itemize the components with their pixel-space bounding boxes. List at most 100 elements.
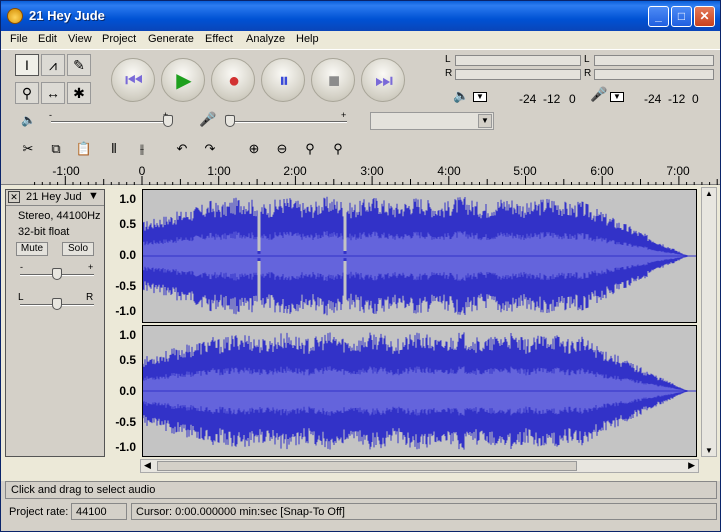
multi-tool-icon[interactable]: ✱	[67, 82, 91, 104]
undo-icon[interactable]: ↶	[169, 138, 195, 160]
pause-button[interactable]: ⏸	[261, 58, 305, 102]
pause-icon: ⏸	[279, 70, 289, 92]
input-volume-icon: 🎤	[199, 111, 217, 127]
status-area: Click and drag to select audio Project r…	[1, 481, 720, 531]
track-name[interactable]: 21 Hey Jud	[26, 191, 82, 203]
scroll-left-icon[interactable]: ◀	[144, 460, 151, 471]
record-meter-dropdown-icon[interactable]: ▼	[610, 92, 624, 102]
timeshift-tool-icon[interactable]: ↔	[41, 82, 65, 104]
scale-label: -1.0	[115, 440, 136, 454]
selection-tool-icon[interactable]: I	[15, 54, 39, 76]
timeline-ruler[interactable]: -1:00 0 1:00 2:00 3:00 4:00 5:00 6:00 7:…	[1, 161, 720, 185]
microphone-icon: 🎤	[590, 86, 608, 102]
right-channel-waveform[interactable]	[142, 325, 697, 457]
draw-tool-icon[interactable]: ✎	[67, 54, 91, 76]
cut-icon[interactable]: ✂	[15, 138, 41, 160]
input-volume-slider[interactable]	[229, 121, 347, 123]
meter-tick: -12	[668, 92, 686, 106]
silence-icon[interactable]: ⫲	[129, 138, 155, 160]
scroll-down-icon[interactable]: ▼	[705, 446, 713, 455]
scale-label: -0.5	[115, 279, 136, 293]
zoom-out-icon[interactable]: ⊖	[269, 138, 295, 160]
output-volume-thumb[interactable]	[163, 115, 173, 127]
input-volume-thumb[interactable]	[225, 115, 235, 127]
meter-tick: 0	[569, 92, 576, 106]
meter-left-bar	[594, 55, 714, 66]
track-menu-chevron-icon[interactable]: ▼	[88, 190, 99, 202]
menu-edit[interactable]: Edit	[38, 33, 57, 45]
solo-button[interactable]: Solo	[62, 242, 94, 256]
menu-analyze[interactable]: Analyze	[246, 33, 285, 45]
horizontal-scrollbar[interactable]: ◀ ▶	[140, 459, 699, 473]
left-channel-waveform[interactable]	[142, 189, 697, 323]
scroll-right-icon[interactable]: ▶	[688, 460, 695, 471]
scroll-up-icon[interactable]: ▲	[705, 189, 713, 198]
record-meter[interactable]: L R 🎤 ▼ -24 -12 0	[584, 54, 720, 106]
scroll-thumb[interactable]	[157, 461, 577, 471]
chevron-down-icon[interactable]: ▼	[478, 114, 492, 128]
pan-slider-thumb[interactable]	[52, 298, 62, 310]
menu-generate[interactable]: Generate	[148, 33, 194, 45]
meter-tick: -12	[543, 92, 561, 106]
title-bar[interactable]: 21 Hey Jude _ □ ✕	[1, 1, 720, 31]
play-icon: ▶	[176, 70, 192, 92]
ruler-ticks	[34, 176, 718, 185]
close-button[interactable]: ✕	[694, 6, 715, 27]
track-control-panel[interactable]: ✕ 21 Hey Jud ▼ Stereo, 44100Hz 32-bit fl…	[5, 189, 105, 457]
right-channel-scale: 1.0 0.5 0.0 -0.5 -1.0	[106, 327, 142, 457]
maximize-button[interactable]: □	[671, 6, 692, 27]
skip-to-end-button[interactable]: ⏭	[361, 58, 405, 102]
paste-icon[interactable]: 📋	[71, 138, 97, 160]
mute-button[interactable]: Mute	[16, 242, 48, 256]
meter-right-label: R	[445, 68, 453, 79]
output-volume-slider[interactable]	[51, 121, 169, 123]
record-icon: ●	[227, 70, 241, 92]
playback-meter[interactable]: L R 🔈 ▼ -24 -12 0	[445, 54, 581, 106]
meter-left-label: L	[445, 54, 451, 65]
waveform-left	[142, 190, 696, 322]
redo-icon[interactable]: ↷	[197, 138, 223, 160]
skip-end-icon: ⏭	[375, 70, 393, 92]
meter-tick: -24	[519, 92, 537, 106]
track-close-icon[interactable]: ✕	[8, 191, 20, 203]
zoom-tool-icon[interactable]: ⚲	[15, 82, 39, 104]
skip-start-icon: ⏮	[125, 70, 143, 92]
play-button[interactable]: ▶	[161, 58, 205, 102]
zoom-in-icon[interactable]: ⊕	[241, 138, 267, 160]
gain-slider-thumb[interactable]	[52, 268, 62, 280]
skip-to-start-button[interactable]: ⏮	[111, 58, 155, 102]
menu-help[interactable]: Help	[296, 33, 319, 45]
minimize-button[interactable]: _	[648, 6, 669, 27]
vertical-scrollbar[interactable]: ▲ ▼	[701, 187, 717, 457]
meter-left-label: L	[584, 54, 590, 65]
record-button[interactable]: ●	[211, 58, 255, 102]
toolbar-area: I ⩘ ✎ ⚲ ↔ ✱ ⏮ ▶ ● ⏸ ■ ⏭ L R 🔈 ▼ -24 -12 …	[1, 49, 720, 161]
pan-left-label: L	[18, 292, 24, 303]
meter-right-label: R	[584, 68, 592, 79]
fit-project-icon[interactable]: ⚲	[325, 138, 351, 160]
status-message: Click and drag to select audio	[5, 481, 717, 499]
trim-icon[interactable]: ⫴	[101, 138, 127, 160]
project-rate-field[interactable]: 44100	[71, 503, 127, 520]
menu-view[interactable]: View	[68, 33, 92, 45]
scale-label: 0.0	[119, 384, 136, 398]
menu-project[interactable]: Project	[102, 33, 136, 45]
speaker-icon: 🔈	[453, 88, 470, 103]
menu-bar: File Edit View Project Generate Effect A…	[1, 31, 720, 49]
menu-file[interactable]: File	[10, 33, 28, 45]
scale-label: -0.5	[115, 415, 136, 429]
envelope-tool-icon[interactable]: ⩘	[41, 54, 65, 76]
menu-effect[interactable]: Effect	[205, 33, 233, 45]
input-source-select[interactable]: ▼	[370, 112, 494, 130]
slider-min-label: -	[49, 110, 52, 120]
stop-button[interactable]: ■	[311, 58, 355, 102]
playback-meter-dropdown-icon[interactable]: ▼	[473, 92, 487, 102]
left-channel-scale: 1.0 0.5 0.0 -0.5 -1.0	[106, 191, 142, 321]
scale-label: 1.0	[119, 328, 136, 342]
meter-left-bar	[455, 55, 581, 66]
track-header[interactable]: ✕ 21 Hey Jud ▼	[6, 190, 104, 206]
fit-selection-icon[interactable]: ⚲	[297, 138, 323, 160]
copy-icon[interactable]: ⧉	[43, 138, 69, 160]
stop-icon: ■	[327, 70, 341, 92]
waveform-right	[142, 326, 696, 456]
